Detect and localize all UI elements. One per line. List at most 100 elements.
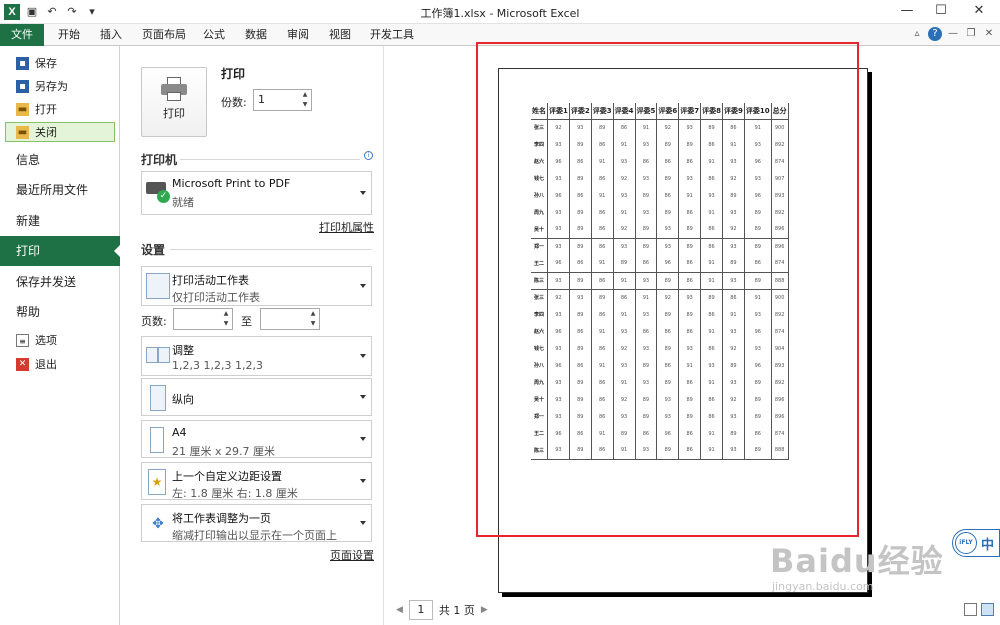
collate-title: 调整 [172,344,194,357]
help-icon[interactable]: ? [928,27,942,41]
printer-properties-link[interactable]: 打印机属性 [319,219,374,235]
backstage-open-label: 打开 [35,103,57,116]
copies-value: 1 [258,93,265,106]
margins-subtitle: 左: 1.8 厘米 右: 1.8 厘米 [172,487,298,500]
baidu-watermark: Baidu经验 jingyan.baidu.com [770,536,944,593]
chevron-down-icon [360,191,366,195]
ifly-mode-label: 中 [981,538,995,553]
backstage-help[interactable]: 帮助 [0,297,120,327]
quick-access-toolbar: ▣ ↶ ↷ ▾ [24,4,100,20]
restore-workbook-icon[interactable]: ❐ [964,27,978,41]
total-pages-label: 共 1 页 [438,604,475,617]
printer-section-title: 打印机 [141,153,178,167]
tab-file[interactable]: 文件 [0,24,44,46]
chevron-down-icon [360,354,366,358]
tab-formulas[interactable]: 公式 [195,24,233,46]
backstage-open[interactable]: ▬ 打开 [0,98,120,120]
margins-icon: ★ [148,469,166,495]
backstage-save[interactable]: ▪ 保存 [0,52,120,74]
tab-data[interactable]: 数据 [237,24,275,46]
collapse-ribbon-icon[interactable]: ▵ [910,27,924,41]
margins-dropdown[interactable]: ★ 上一个自定义边距设置 左: 1.8 厘米 右: 1.8 厘米 [141,462,372,500]
backstage-exit[interactable]: ✕ 退出 [0,353,120,375]
paper-size-dropdown[interactable]: A4 21 厘米 x 29.7 厘米 [141,420,372,458]
paper-size-title: A4 [172,426,187,439]
orientation-value: 纵向 [172,393,194,406]
page-setup-link[interactable]: 页面设置 [330,547,374,563]
zoom-to-page-icon[interactable] [981,603,994,616]
printer-name: Microsoft Print to PDF [172,177,291,190]
backstage-nav: ▪ 保存 ▪ 另存为 ▬ 打开 ▬ 关闭 信息 最近所用文件 新建 打印 保存并… [0,46,121,625]
pages-to-input[interactable]: ▲ ▼ [260,308,320,330]
pages-from-input[interactable]: ▲ ▼ [173,308,233,330]
chevron-down-icon [360,521,366,525]
close-file-icon: ▬ [16,125,29,139]
copies-input[interactable]: 1 ▲ ▼ [253,89,312,111]
backstage-save-as-label: 另存为 [35,80,68,93]
backstage-recent[interactable]: 最近所用文件 [0,175,120,205]
print-settings-panel: 打印 打印 份数: 1 ▲ ▼ 打印机 i ✓ Microsoft Print t… [120,46,384,625]
portrait-page-icon [150,385,166,411]
backstage-close[interactable]: ▬ 关闭 [5,122,115,142]
close-button[interactable]: ✕ [958,0,1000,24]
previous-page-icon[interactable]: ◀ [396,605,403,615]
redo-icon[interactable]: ↷ [64,4,80,20]
minimize-workbook-icon[interactable]: — [946,27,960,41]
printer-dropdown[interactable]: ✓ Microsoft Print to PDF 就绪 [141,171,372,215]
exit-icon: ✕ [16,357,29,371]
copies-spinner-icon[interactable]: ▲ ▼ [299,90,311,110]
chevron-down-icon [360,284,366,288]
tab-developer[interactable]: 开发工具 [362,24,422,46]
undo-icon[interactable]: ↶ [44,4,60,20]
close-workbook-icon[interactable]: ✕ [982,27,996,41]
window-title: 工作簿1.xlsx - Microsoft Excel [420,7,580,20]
page-navigation: ◀ 1 共 1 页 ▶ [396,600,488,620]
worksheet-icon [146,273,170,299]
margins-title: 上一个自定义边距设置 [172,470,282,483]
collate-dropdown[interactable]: 调整 1,2,3 1,2,3 1,2,3 [141,336,372,376]
tab-insert[interactable]: 插入 [92,24,130,46]
orientation-dropdown[interactable]: 纵向 [141,378,372,416]
chevron-down-icon [360,437,366,441]
tab-review[interactable]: 审阅 [279,24,317,46]
pages-to-spinner-icon[interactable]: ▲ ▼ [307,309,319,329]
next-page-icon[interactable]: ▶ [481,605,488,615]
backstage-save-send[interactable]: 保存并发送 [0,267,120,297]
window-controls: — ☐ ✕ [890,0,1000,24]
excel-logo-icon: X [4,4,20,20]
options-icon: ≡ [16,333,29,347]
tab-view[interactable]: 视图 [321,24,359,46]
tab-page-layout[interactable]: 页面布局 [134,24,194,46]
ifly-logo-icon: iFLY [955,532,977,554]
backstage-print[interactable]: 打印 [0,236,121,266]
backstage-options[interactable]: ≡ 选项 [0,329,120,351]
backstage-save-as[interactable]: ▪ 另存为 [0,75,120,97]
maximize-button[interactable]: ☐ [924,0,958,24]
current-page-input[interactable]: 1 [408,600,433,620]
backstage-new[interactable]: 新建 [0,206,120,236]
save-icon[interactable]: ▣ [24,4,40,20]
print-what-dropdown[interactable]: 打印活动工作表 仅打印活动工作表 [141,266,372,306]
tab-home[interactable]: 开始 [50,24,88,46]
customize-toolbar-icon[interactable]: ▾ [84,4,100,20]
backstage-save-label: 保存 [35,57,57,70]
pages-label: 页数: [141,315,167,328]
show-margins-icon[interactable] [964,603,977,616]
preview-zoom-controls [964,603,994,616]
printer-icon [161,77,187,101]
pages-from-spinner-icon[interactable]: ▲ ▼ [220,309,232,329]
ifly-input-widget[interactable]: iFLY 中 [952,529,1000,557]
printer-ready-icon: ✓ [146,178,170,204]
save-icon: ▪ [16,56,29,70]
minimize-button[interactable]: — [890,0,924,24]
printer-status: 就绪 [172,196,194,209]
print-button[interactable]: 打印 [141,67,207,137]
fit-to-page-icon: ✥ [152,516,164,532]
print-header: 打印 [221,67,246,81]
backstage-info[interactable]: 信息 [0,145,120,175]
copies-label: 份数: [221,96,247,109]
print-button-label: 打印 [163,107,185,120]
collate-icon [146,343,170,369]
info-icon[interactable]: i [364,151,373,160]
scaling-dropdown[interactable]: ✥ 将工作表调整为一页 缩减打印输出以显示在一个页面上 [141,504,372,542]
